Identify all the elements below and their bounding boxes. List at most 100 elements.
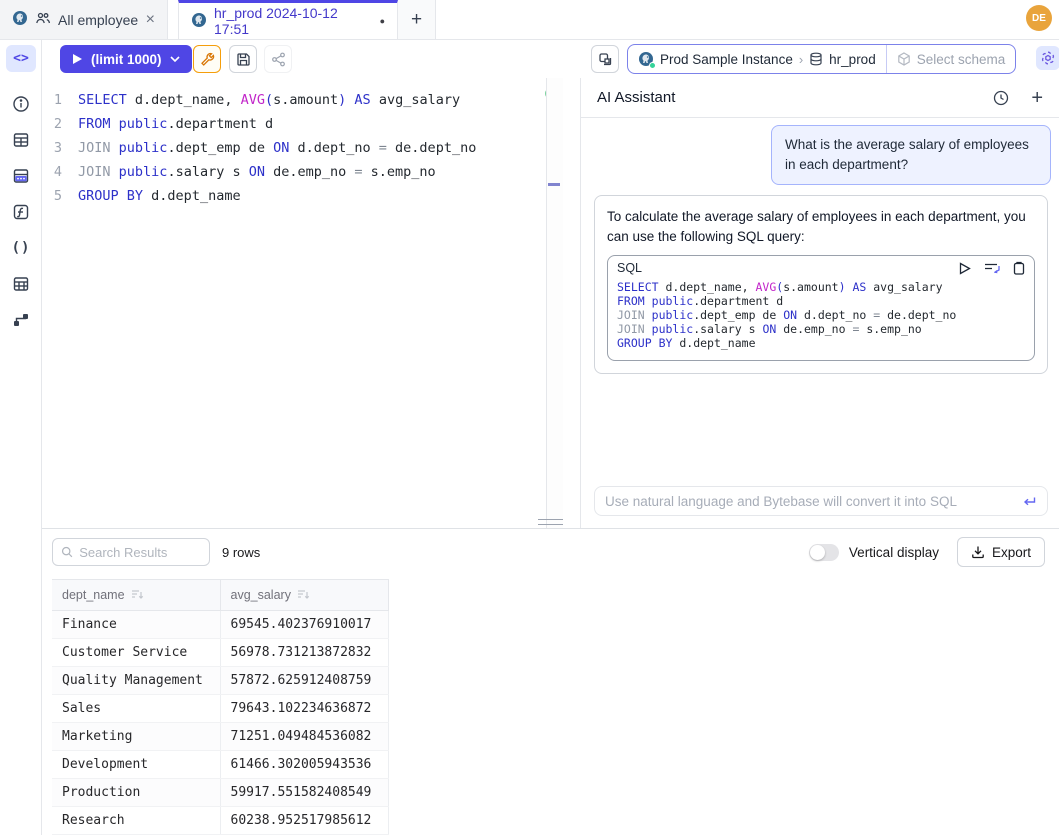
editor-toolbar: (limit 1000) Prod Sample Instance › bbox=[42, 40, 1059, 78]
ai-response: To calculate the average salary of emplo… bbox=[594, 195, 1048, 374]
table-cell: Research bbox=[52, 806, 220, 834]
save-icon bbox=[236, 52, 251, 67]
editor-scrollbar[interactable] bbox=[546, 78, 563, 528]
vertical-display-toggle[interactable] bbox=[809, 544, 839, 561]
external-table-icon[interactable] bbox=[0, 266, 42, 302]
save-sheet-button[interactable] bbox=[229, 45, 257, 73]
sql-block-label: SQL bbox=[617, 261, 642, 275]
table-row[interactable]: Development61466.302005943536 bbox=[52, 750, 388, 778]
sql-code[interactable]: 1SELECT d.dept_name, AVG(s.amount) AS av… bbox=[42, 88, 476, 208]
code-line: 4JOIN public.salary s ON de.emp_no = s.e… bbox=[42, 160, 476, 184]
user-message: What is the average salary of employees … bbox=[771, 125, 1051, 185]
search-results-box[interactable] bbox=[52, 538, 210, 566]
table-row[interactable]: Research60238.952517985612 bbox=[52, 806, 388, 834]
table-cell: 56978.731213872832 bbox=[220, 638, 388, 666]
schema-placeholder: Select schema bbox=[917, 52, 1006, 67]
table-cell: 59917.551582408549 bbox=[220, 778, 388, 806]
code-panel-toggle-button[interactable]: <> bbox=[6, 45, 36, 72]
code-line: 5GROUP BY d.dept_name bbox=[42, 184, 476, 208]
breadcrumb-separator: › bbox=[799, 52, 803, 67]
openai-icon bbox=[1040, 50, 1056, 66]
ai-panel-header: AI Assistant + bbox=[581, 78, 1059, 118]
chevron-down-icon bbox=[170, 56, 180, 63]
column-header-dept_name[interactable]: dept_name bbox=[52, 580, 220, 610]
horizontal-resize-handle[interactable] bbox=[538, 519, 563, 525]
results-table: dept_nameavg_salary Finance69545.4023769… bbox=[52, 579, 389, 835]
procedure-parens-icon[interactable]: () bbox=[0, 230, 42, 266]
code-line: JOIN public.dept_emp de ON d.dept_no = d… bbox=[617, 308, 1025, 322]
nl2sql-input[interactable] bbox=[605, 494, 1022, 509]
column-header-avg_salary[interactable]: avg_salary bbox=[220, 580, 388, 610]
sql-editor[interactable]: 1SELECT d.dept_name, AVG(s.amount) AS av… bbox=[42, 78, 563, 528]
table-cell: 57872.625912408759 bbox=[220, 666, 388, 694]
play-icon bbox=[72, 53, 83, 65]
results-panel: 9 rows Vertical display Export dept_name… bbox=[42, 528, 1059, 835]
search-icon bbox=[61, 545, 73, 559]
table-cell: Production bbox=[52, 778, 220, 806]
close-icon[interactable]: × bbox=[146, 12, 155, 28]
format-wrench-button[interactable] bbox=[193, 45, 221, 73]
table-row[interactable]: Finance69545.402376910017 bbox=[52, 610, 388, 638]
ai-sql-code: SELECT d.dept_name, AVG(s.amount) AS avg… bbox=[608, 276, 1034, 360]
left-sidebar: <> () bbox=[0, 40, 42, 835]
unsaved-dot-icon: ● bbox=[380, 16, 385, 26]
run-snippet-button[interactable] bbox=[959, 262, 971, 275]
batch-icon bbox=[598, 52, 613, 67]
tab-label: All employee bbox=[58, 12, 138, 28]
new-tab-button[interactable]: + bbox=[398, 0, 436, 39]
sort-icon bbox=[131, 589, 144, 600]
connected-status-dot bbox=[649, 62, 656, 69]
code-line: 1SELECT d.dept_name, AVG(s.amount) AS av… bbox=[42, 88, 476, 112]
schema-selector[interactable]: Select schema bbox=[886, 45, 1016, 73]
database-selector[interactable]: Prod Sample Instance › hr_prod bbox=[628, 45, 886, 73]
tab-bar: All employee × hr_prod 2024-10-12 17:51 … bbox=[0, 0, 1059, 40]
table-icon[interactable] bbox=[0, 122, 42, 158]
colored-table-icon[interactable] bbox=[0, 158, 42, 194]
tab-hr-prod[interactable]: hr_prod 2024-10-12 17:51 ● bbox=[178, 0, 398, 39]
postgres-icon bbox=[191, 12, 207, 31]
copy-icon[interactable] bbox=[1013, 261, 1025, 275]
sort-icon bbox=[297, 589, 310, 600]
submit-enter-icon[interactable] bbox=[1022, 495, 1037, 508]
table-cell: 69545.402376910017 bbox=[220, 610, 388, 638]
avatar[interactable]: DE bbox=[1026, 5, 1052, 31]
insert-into-editor-button[interactable] bbox=[984, 262, 1000, 275]
table-row[interactable]: Quality Management57872.625912408759 bbox=[52, 666, 388, 694]
share-button[interactable] bbox=[264, 45, 292, 73]
schema-diagram-icon[interactable] bbox=[0, 302, 42, 338]
database-icon bbox=[809, 52, 823, 66]
batch-query-button[interactable] bbox=[591, 45, 619, 73]
table-cell: 60238.952517985612 bbox=[220, 806, 388, 834]
database-name: hr_prod bbox=[829, 52, 876, 67]
run-query-button[interactable]: (limit 1000) bbox=[60, 45, 192, 73]
table-row[interactable]: Customer Service56978.731213872832 bbox=[52, 638, 388, 666]
code-line: JOIN public.salary s ON de.emp_no = s.em… bbox=[617, 322, 1025, 336]
download-icon bbox=[971, 545, 985, 559]
scrollbar-cursor-mark bbox=[548, 183, 560, 186]
tab-label: hr_prod 2024-10-12 17:51 bbox=[214, 5, 373, 37]
history-clock-icon[interactable] bbox=[993, 90, 1009, 106]
search-results-input[interactable] bbox=[79, 545, 201, 560]
new-chat-button[interactable]: + bbox=[1031, 88, 1043, 108]
code-line: GROUP BY d.dept_name bbox=[617, 336, 1025, 350]
instance-name: Prod Sample Instance bbox=[660, 52, 793, 67]
table-cell: Finance bbox=[52, 610, 220, 638]
ai-assistant-button[interactable] bbox=[1036, 46, 1059, 70]
export-button[interactable]: Export bbox=[957, 537, 1045, 567]
table-cell: Development bbox=[52, 750, 220, 778]
table-row[interactable]: Marketing71251.049484536082 bbox=[52, 722, 388, 750]
table-row[interactable]: Sales79643.102234636872 bbox=[52, 694, 388, 722]
ai-assistant-panel: AI Assistant + What is the average salar… bbox=[580, 78, 1059, 528]
info-icon[interactable] bbox=[0, 86, 42, 122]
connection-selector: Prod Sample Instance › hr_prod Select sc… bbox=[627, 44, 1016, 74]
results-toolbar: 9 rows Vertical display Export bbox=[42, 529, 1059, 575]
wrench-icon bbox=[200, 52, 215, 67]
cube-icon bbox=[897, 52, 911, 66]
table-row[interactable]: Production59917.551582408549 bbox=[52, 778, 388, 806]
vertical-display-label: Vertical display bbox=[849, 545, 939, 560]
postgres-icon bbox=[638, 51, 654, 67]
table-cell: 79643.102234636872 bbox=[220, 694, 388, 722]
tab-all-employee[interactable]: All employee × bbox=[0, 0, 168, 39]
function-icon[interactable] bbox=[0, 194, 42, 230]
code-line: 2FROM public.department d bbox=[42, 112, 476, 136]
